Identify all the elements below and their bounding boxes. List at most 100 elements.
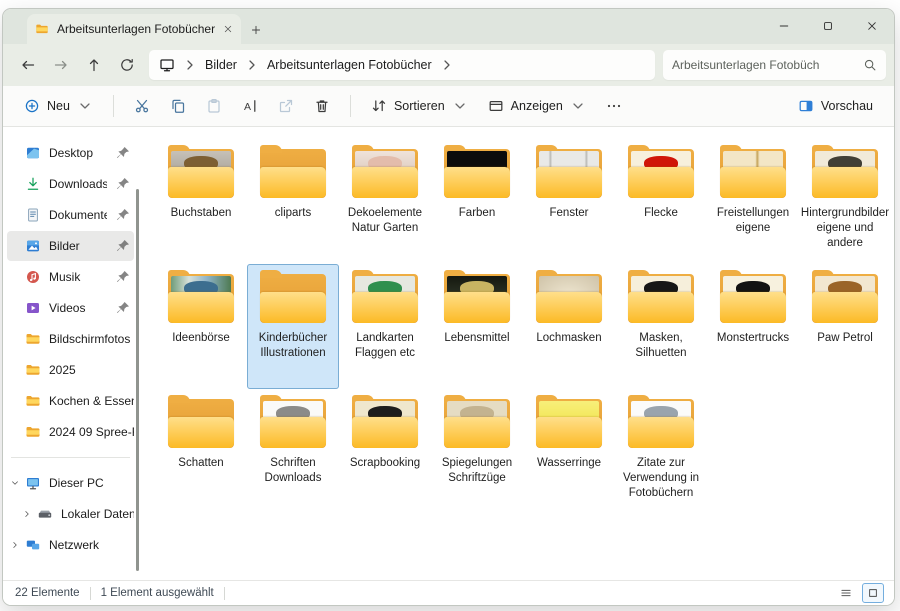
sidebar-item-label: Videos	[49, 301, 107, 315]
sidebar-item-dieser-pc[interactable]: Dieser PC	[7, 468, 134, 498]
folder-name: Spiegelungen Schriftzüge	[433, 456, 521, 486]
folder-tile[interactable]: Fenster	[523, 139, 615, 264]
chevron-right-icon[interactable]	[22, 509, 32, 519]
folder-icon	[808, 269, 882, 327]
folder-icon	[532, 394, 606, 452]
folder-icon	[25, 362, 41, 378]
folder-tile[interactable]: Monstertrucks	[707, 264, 799, 389]
icon-view-toggle[interactable]	[862, 583, 884, 603]
folder-tile[interactable]: Landkarten Flaggen etc	[339, 264, 431, 389]
folder-tile[interactable]: Dekoelemente Natur Garten	[339, 139, 431, 264]
new-button[interactable]: Neu	[15, 92, 102, 120]
refresh-button[interactable]	[110, 50, 143, 80]
sidebar-item-label: Bilder	[49, 239, 107, 253]
chevron-down-icon	[570, 98, 586, 114]
folder-tile[interactable]: Flecke	[615, 139, 707, 264]
copy-button[interactable]	[161, 92, 195, 120]
folder-tile[interactable]: cliparts	[247, 139, 339, 264]
delete-button[interactable]	[305, 92, 339, 120]
folder-tile[interactable]: Wasserringe	[523, 389, 615, 514]
plus-icon	[250, 24, 262, 36]
sidebar-item-kochen-essen[interactable]: Kochen & Essen	[7, 386, 134, 416]
folder-tile[interactable]: Buchstaben	[155, 139, 247, 264]
cut-button[interactable]	[125, 92, 159, 120]
sidebar-item-label: Kochen & Essen	[49, 394, 134, 408]
preview-pane-icon	[798, 98, 814, 114]
sidebar-item-netzwerk[interactable]: Netzwerk	[7, 530, 134, 560]
arrow-right-icon	[53, 57, 69, 73]
sidebar-item-2025[interactable]: 2025	[7, 355, 134, 385]
refresh-icon	[119, 57, 135, 73]
drive-icon	[37, 506, 53, 522]
folder-icon	[164, 144, 238, 202]
list-view-toggle[interactable]	[836, 584, 856, 602]
folder-icon	[440, 394, 514, 452]
view-button[interactable]: Anzeigen	[479, 92, 595, 120]
new-button-label: Neu	[47, 99, 70, 113]
sort-button[interactable]: Sortieren	[362, 92, 477, 120]
folder-tile[interactable]: Schriften Downloads	[247, 389, 339, 514]
sidebar-item-musik[interactable]: Musik	[7, 262, 134, 292]
folder-tile[interactable]: Zitate zur Verwendung in Fotobüchern	[615, 389, 707, 514]
search-input[interactable]: Arbeitsunterlagen Fotobüch	[663, 50, 886, 80]
folder-tile[interactable]: Paw Petrol	[799, 264, 891, 389]
sidebar-item-2024-09-spree-f[interactable]: 2024 09 Spree-F	[7, 417, 134, 447]
sidebar-item-lokaler-datent[interactable]: Lokaler Datent	[7, 499, 134, 529]
breadcrumb-item[interactable]: Bilder	[205, 58, 237, 72]
folder-name: Flecke	[644, 206, 678, 221]
forward-button[interactable]	[44, 50, 77, 80]
tab-close-icon[interactable]	[223, 24, 233, 34]
folder-tile[interactable]: Kinderbücher Illustrationen	[247, 264, 339, 389]
folder-name: Zitate zur Verwendung in Fotobüchern	[617, 456, 705, 501]
rename-button[interactable]: A	[233, 92, 267, 120]
folder-tile[interactable]: Ideenbörse	[155, 264, 247, 389]
chevron-down-icon[interactable]	[10, 478, 20, 488]
folder-name: Schriften Downloads	[249, 456, 337, 486]
sidebar-scrollbar[interactable]	[136, 189, 139, 571]
navigation-pane: Desktop Downloads Dokumente Bilder Musik…	[3, 127, 140, 580]
list-view-icon	[840, 587, 852, 599]
sidebar-item-label: Dokumente	[49, 208, 107, 222]
preview-button[interactable]: Vorschau	[789, 92, 882, 120]
folder-tile[interactable]: Schatten	[155, 389, 247, 514]
close-button[interactable]	[850, 9, 894, 42]
maximize-button[interactable]	[806, 9, 850, 42]
desktop-icon	[25, 145, 41, 161]
folder-name: Paw Petrol	[817, 331, 873, 346]
folder-icon	[716, 144, 790, 202]
folder-tile[interactable]: Freistellungen eigene	[707, 139, 799, 264]
more-button[interactable]	[597, 92, 631, 120]
share-button[interactable]	[269, 92, 303, 120]
sidebar-item-label: Dieser PC	[49, 476, 134, 490]
paste-button[interactable]	[197, 92, 231, 120]
folder-icon	[256, 144, 330, 202]
new-tab-button[interactable]	[241, 16, 271, 44]
sidebar-item-videos[interactable]: Videos	[7, 293, 134, 323]
breadcrumb-item[interactable]: Arbeitsunterlagen Fotobücher	[267, 58, 432, 72]
up-button[interactable]	[77, 50, 110, 80]
folder-tile[interactable]: Hintergrundbilder eigene und andere	[799, 139, 891, 264]
back-button[interactable]	[11, 50, 44, 80]
sidebar-item-bildschirmfotos[interactable]: Bildschirmfotos	[7, 324, 134, 354]
minimize-button[interactable]	[762, 9, 806, 42]
desktop-background: Arbeitsunterlagen Fotobücher Bilder Arbei…	[0, 0, 900, 611]
folder-name: Landkarten Flaggen etc	[341, 331, 429, 361]
folder-tile[interactable]: Farben	[431, 139, 523, 264]
folder-tile[interactable]: Masken, Silhuetten	[615, 264, 707, 389]
sidebar-item-bilder[interactable]: Bilder	[7, 231, 134, 261]
sidebar-item-desktop[interactable]: Desktop	[7, 138, 134, 168]
folder-tile[interactable]: Spiegelungen Schriftzüge	[431, 389, 523, 514]
search-text: Arbeitsunterlagen Fotobüch	[672, 58, 857, 72]
folder-tile[interactable]: Lochmasken	[523, 264, 615, 389]
pin-icon	[115, 207, 131, 223]
sidebar-item-downloads[interactable]: Downloads	[7, 169, 134, 199]
rename-icon: A	[242, 98, 258, 114]
folder-tile[interactable]: Lebensmittel	[431, 264, 523, 389]
folder-icon	[348, 394, 422, 452]
chevron-right-icon[interactable]	[10, 540, 20, 550]
sidebar-item-dokumente[interactable]: Dokumente	[7, 200, 134, 230]
explorer-tab[interactable]: Arbeitsunterlagen Fotobücher	[27, 14, 241, 44]
breadcrumb[interactable]: Bilder Arbeitsunterlagen Fotobücher	[149, 50, 655, 80]
folder-name: Masken, Silhuetten	[617, 331, 705, 361]
folder-tile[interactable]: Scrapbooking	[339, 389, 431, 514]
